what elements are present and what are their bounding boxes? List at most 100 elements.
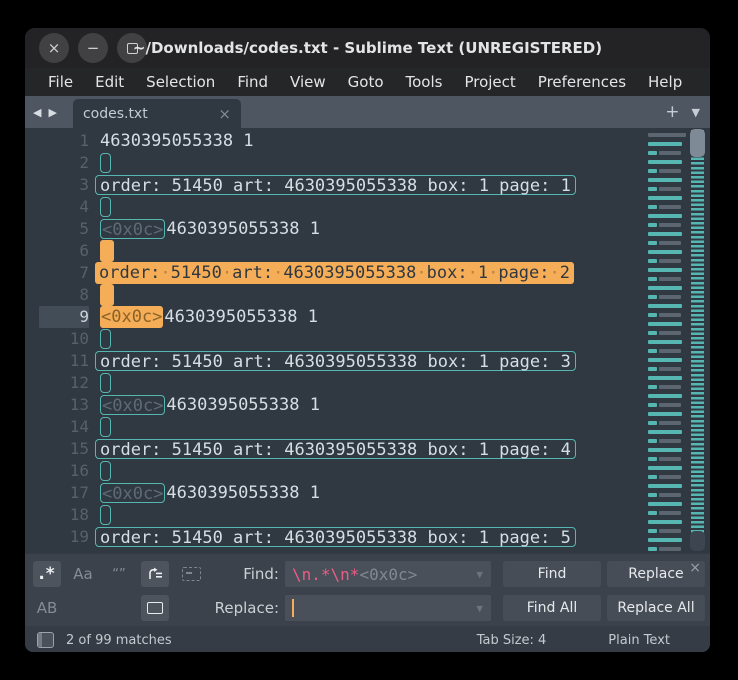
line-number: 3 xyxy=(39,174,89,196)
minimap-row xyxy=(648,130,686,139)
match-outline-newline xyxy=(100,153,111,173)
wrap-toggle-button[interactable] xyxy=(141,561,169,587)
minimap-row xyxy=(648,211,686,220)
menu-item-find[interactable]: Find xyxy=(226,73,279,91)
selection-newline xyxy=(100,284,114,306)
status-bar: 2 of 99 matches Tab Size: 4 Plain Text xyxy=(25,626,710,652)
title-bar: × − ~/Downloads/codes.txt - Sublime Text… xyxy=(25,28,710,68)
find-button[interactable]: Find xyxy=(503,561,601,587)
minimap-row xyxy=(648,436,686,445)
line-number: 9 xyxy=(39,306,89,328)
menu-item-goto[interactable]: Goto xyxy=(337,73,395,91)
menu-item-preferences[interactable]: Preferences xyxy=(527,73,637,91)
maximize-icon xyxy=(127,43,138,54)
minimap-row xyxy=(648,418,686,427)
menu-item-project[interactable]: Project xyxy=(453,73,526,91)
line-number: 14 xyxy=(39,416,89,438)
line-content[interactable]: order:·51450·art:·4630395055338·box:·1·p… xyxy=(100,262,574,284)
line-content[interactable]: order: 51450 art: 4630395055338 box: 1 p… xyxy=(100,350,576,372)
text-caret xyxy=(292,599,294,617)
editor-line: 7order:·51450·art:·4630395055338·box:·1·… xyxy=(25,262,648,284)
line-content[interactable] xyxy=(100,460,111,482)
tab-nav-prev-icon[interactable]: ◀ xyxy=(33,106,41,119)
line-content[interactable] xyxy=(100,196,111,218)
tab-nav-next-icon[interactable]: ▶ xyxy=(48,106,56,119)
line-number: 13 xyxy=(39,394,89,416)
find-input[interactable]: \n.*\n*<0x0c> ▼ xyxy=(285,561,491,587)
panel-close-icon[interactable]: × xyxy=(689,560,701,576)
minimap-row xyxy=(648,193,686,202)
case-sensitive-toggle-button[interactable]: Aa xyxy=(69,561,97,587)
code-lines: 14630395055338 123order: 51450 art: 4630… xyxy=(25,130,648,548)
line-content[interactable]: <0x0c>4630395055338 1 xyxy=(100,306,318,328)
syntax-status[interactable]: Plain Text xyxy=(608,633,670,648)
window-close-button[interactable]: × xyxy=(39,33,69,63)
line-content[interactable]: 4630395055338 1 xyxy=(100,130,254,152)
tab-codes-txt[interactable]: codes.txt × xyxy=(73,99,241,128)
editor-line: 12 xyxy=(25,372,648,394)
line-number: 18 xyxy=(39,504,89,526)
new-tab-icon[interactable]: + xyxy=(665,102,679,122)
line-content[interactable] xyxy=(100,152,111,174)
line-content[interactable] xyxy=(100,328,111,350)
line-content[interactable]: <0x0c>4630395055338 1 xyxy=(100,218,320,240)
tab-overflow-icon[interactable]: ▼ xyxy=(692,106,700,119)
panel-switcher-icon[interactable] xyxy=(37,632,54,648)
whole-word-toggle-button[interactable]: “” xyxy=(105,561,133,587)
minimap-row xyxy=(648,238,686,247)
line-content[interactable]: order: 51450 art: 4630395055338 box: 1 p… xyxy=(100,526,576,548)
line-content[interactable] xyxy=(100,240,114,262)
menu-item-selection[interactable]: Selection xyxy=(135,73,226,91)
window-maximize-button[interactable] xyxy=(117,33,147,63)
replace-all-button[interactable]: Replace All xyxy=(607,595,705,621)
regex-toggle-button[interactable]: .* xyxy=(33,561,61,587)
minimap-row xyxy=(648,526,686,535)
line-content[interactable] xyxy=(100,372,111,394)
menu-item-file[interactable]: File xyxy=(37,73,84,91)
find-all-button[interactable]: Find All xyxy=(503,595,601,621)
line-content[interactable] xyxy=(100,284,114,306)
minimap-row xyxy=(648,328,686,337)
in-selection-toggle-button[interactable] xyxy=(177,561,205,587)
line-content[interactable]: order: 51450 art: 4630395055338 box: 1 p… xyxy=(100,438,576,460)
minimap-row xyxy=(648,481,686,490)
find-replace-panel: .* Aa “” Find: \n.*\n*<0x0c> ▼ Find Repl… xyxy=(25,553,710,626)
sublime-window: × − ~/Downloads/codes.txt - Sublime Text… xyxy=(25,28,710,652)
menu-item-help[interactable]: Help xyxy=(637,73,693,91)
match-outline-newline xyxy=(100,329,111,349)
minimap-row xyxy=(648,517,686,526)
minimize-icon: − xyxy=(87,39,100,57)
tab-close-icon[interactable]: × xyxy=(218,105,231,123)
scrollbar-match-ticks[interactable] xyxy=(691,130,704,549)
replace-input[interactable]: ▼ xyxy=(285,595,491,621)
editor-area[interactable]: 14630395055338 123order: 51450 art: 4630… xyxy=(25,128,710,553)
find-history-dropdown-icon[interactable]: ▼ xyxy=(476,568,483,581)
editor-line: 2 xyxy=(25,152,648,174)
minimap-row xyxy=(648,400,686,409)
minimap-row xyxy=(648,508,686,517)
line-content[interactable]: order: 51450 art: 4630395055338 box: 1 p… xyxy=(100,174,576,196)
minimap-row xyxy=(648,139,686,148)
menu-item-tools[interactable]: Tools xyxy=(395,73,454,91)
editor-line: 9 <0x0c>4630395055338 1 xyxy=(25,306,648,328)
line-number: 6 xyxy=(39,240,89,262)
scrollbar-thumb[interactable] xyxy=(690,129,705,157)
highlight-matches-toggle-button[interactable] xyxy=(141,595,169,621)
line-content[interactable] xyxy=(100,416,111,438)
form-feed-glyph-selected: <0x0c> xyxy=(100,306,163,328)
editor-line: 3 order: 51450 art: 4630395055338 box: 1 … xyxy=(25,174,648,196)
replace-history-dropdown-icon[interactable]: ▼ xyxy=(476,602,483,615)
window-minimize-button[interactable]: − xyxy=(78,33,108,63)
menu-item-edit[interactable]: Edit xyxy=(84,73,135,91)
minimap[interactable] xyxy=(648,130,686,553)
editor-line: 18 xyxy=(25,504,648,526)
preserve-case-toggle-button[interactable]: AB xyxy=(33,595,61,621)
tab-size-status[interactable]: Tab Size: 4 xyxy=(477,633,547,648)
editor-line: 16 xyxy=(25,460,648,482)
line-content[interactable]: <0x0c>4630395055338 1 xyxy=(100,394,320,416)
line-content[interactable] xyxy=(100,504,111,526)
line-number: 19 xyxy=(39,526,89,548)
editor-line: 15order: 51450 art: 4630395055338 box: 1… xyxy=(25,438,648,460)
line-content[interactable]: <0x0c>4630395055338 1 xyxy=(100,482,320,504)
menu-item-view[interactable]: View xyxy=(279,73,337,91)
